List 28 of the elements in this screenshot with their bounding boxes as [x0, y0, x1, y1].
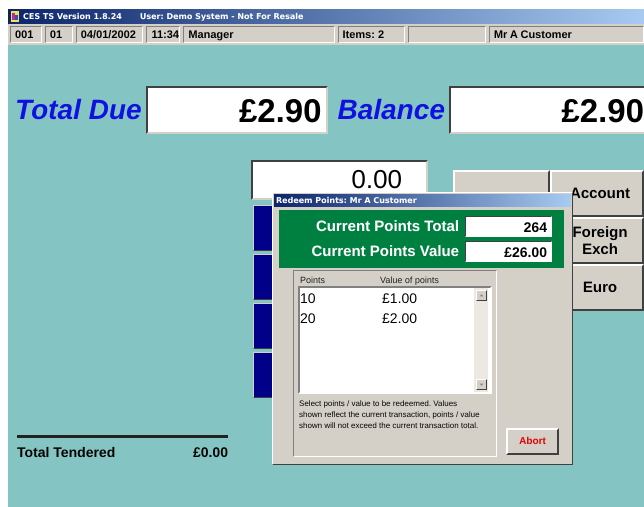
balance-label: Balance [336, 94, 446, 126]
help-text: Select points / value to be redeemed. Values shown reflect the current transaction, points / value shown will not exceed the current transaction total. [299, 398, 481, 431]
total-tendered-value: £0.00 [192, 444, 228, 460]
status-text: 001 [10, 26, 42, 43]
column-header: Value of points [380, 275, 439, 286]
points-label: Current Points Total [316, 218, 459, 235]
points-field: £26.00 [465, 241, 552, 262]
status-text: 11:34 [146, 26, 180, 43]
dialog-title: Redeem Points: Mr A Customer [274, 194, 571, 207]
status-text: 04/01/2002 [76, 26, 144, 43]
total-due-label: Total Due [14, 94, 143, 126]
app-icon [11, 11, 19, 22]
user-label: User: Demo System - Not For Resale [140, 12, 304, 21]
status-text: 01 [44, 26, 73, 43]
status-text: Items: 2 [338, 26, 406, 43]
list-row[interactable]: 10 £1.00 [300, 290, 474, 310]
points-field: 264 [465, 216, 552, 237]
status-text: Manager [183, 26, 335, 43]
scroll-up-icon[interactable] [476, 290, 486, 301]
list-row[interactable]: 20 £2.00 [300, 310, 474, 330]
column-header: Points [299, 275, 326, 286]
total-tendered-label: Total Tendered [17, 444, 116, 460]
points-label: Current Points Value [311, 243, 459, 260]
status-text: Mr A Customer [488, 26, 644, 43]
scroll-down-icon[interactable] [476, 379, 486, 390]
total-due-display: £2.90 [146, 86, 328, 134]
window-title: CES TS Version 1.8.24 [23, 12, 122, 21]
balance-display: £2.90 [448, 86, 644, 134]
